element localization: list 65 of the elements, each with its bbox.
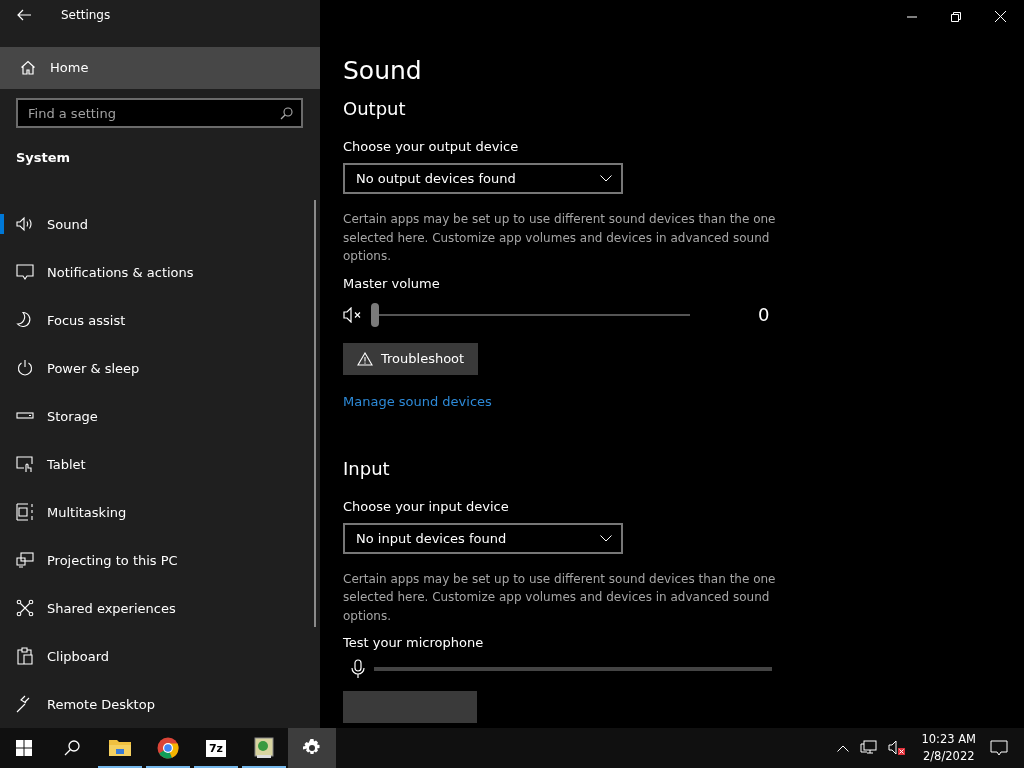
search-icon[interactable] (64, 740, 80, 756)
windows-icon (16, 503, 34, 521)
output-device-dropdown[interactable]: No output devices found (343, 163, 623, 194)
warning-icon (357, 351, 373, 366)
volume-slider-thumb[interactable] (371, 302, 379, 327)
sidebar-item[interactable]: Shared experiences (0, 584, 314, 632)
speech-bubble-icon[interactable] (990, 739, 1008, 757)
clock-time[interactable]: 10:23 AM (921, 731, 976, 748)
home-icon (20, 60, 36, 76)
troubleshoot-button[interactable]: Troubleshoot (343, 342, 479, 375)
clipboard-icon (16, 647, 34, 665)
section-heading: Input (343, 457, 391, 479)
tablet-icon (16, 455, 34, 473)
sidebar-item[interactable]: Remote Desktop (0, 680, 314, 728)
nodes-icon (16, 599, 34, 617)
network-icon[interactable] (860, 740, 878, 756)
sidebar-item[interactable]: Focus assist (0, 296, 314, 344)
section-heading: Output (343, 98, 407, 119)
sidebar-item[interactable]: Multitasking (0, 488, 314, 536)
sidebar-item[interactable]: Sound (0, 200, 314, 248)
sidebar-item[interactable]: Projecting to this PC (0, 536, 314, 584)
app-icon (254, 737, 274, 759)
meter-label: Test your microphone (343, 635, 485, 650)
field-label: Choose your output device (343, 139, 520, 154)
speech-bubble-icon (16, 263, 34, 281)
manage-devices-link[interactable]: Manage sound devices (343, 393, 492, 409)
section-heading: System (16, 150, 72, 165)
scrollbar[interactable] (314, 200, 316, 627)
restore-icon[interactable] (951, 11, 961, 22)
window-title: Settings (61, 7, 111, 22)
input-device-dropdown[interactable]: No input devices found (343, 522, 623, 554)
taskbar-button[interactable]: 7z (192, 728, 240, 768)
field-label: Choose your input device (343, 498, 510, 514)
search-field[interactable]: Find a setting (16, 98, 303, 128)
home-nav-item[interactable]: Home (0, 46, 320, 89)
microphone-icon (351, 659, 365, 679)
close-icon[interactable] (995, 11, 1006, 22)
chevron-down-icon (600, 175, 612, 182)
help-text: Certain apps may be set up to use different sound devices than the one selected here. Customize app volumes and devices in advanced sound options. (343, 570, 777, 625)
browser-icon (157, 737, 179, 759)
slider-label: Master volume (343, 275, 441, 291)
muted-speaker-icon[interactable] (888, 740, 907, 756)
volume-reading: 0 (758, 304, 770, 325)
sidebar-item[interactable]: Clipboard (0, 632, 314, 680)
taskbar-button[interactable] (288, 728, 336, 768)
sidebar-item[interactable]: Power & sleep (0, 344, 314, 392)
muted-speaker-icon[interactable] (343, 306, 363, 323)
clock-date[interactable]: 2/8/2022 (922, 748, 975, 765)
chevron-down-icon (600, 534, 612, 542)
archiver-icon: 7z (205, 739, 227, 757)
sidebar-item[interactable]: Storage (0, 392, 314, 440)
moon-icon (16, 311, 34, 329)
chevron-up-icon[interactable] (837, 744, 850, 752)
speaker-icon (16, 215, 34, 233)
folder-icon (108, 738, 132, 758)
sidebar-item[interactable]: Notifications & actions (0, 248, 314, 296)
help-text: Certain apps may be set up to use different sound devices than the one selected here. Customize app volumes and devices in advanced sound options. (343, 211, 777, 265)
search-icon[interactable] (280, 107, 293, 120)
power-icon (16, 359, 34, 377)
back-arrow-icon[interactable] (17, 8, 31, 21)
monitors-icon (16, 551, 34, 569)
sidebar-item[interactable]: Tablet (0, 440, 314, 488)
gear-icon (303, 739, 321, 757)
page-title: Sound (343, 56, 423, 85)
start-icon[interactable] (16, 740, 32, 756)
